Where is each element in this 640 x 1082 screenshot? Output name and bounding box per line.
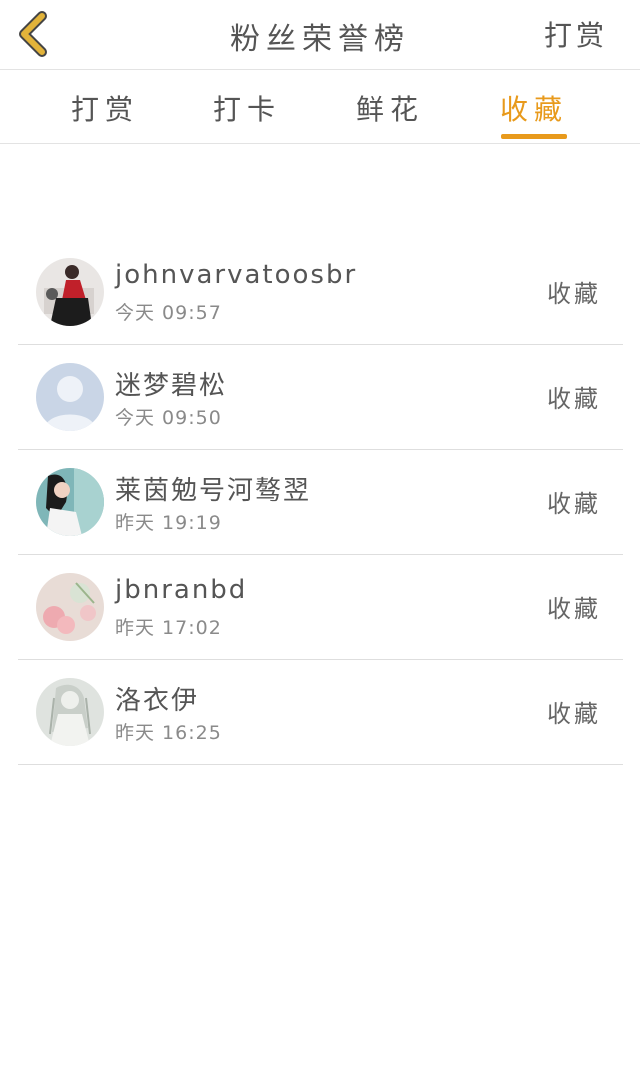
user-name: 洛衣伊: [115, 686, 200, 716]
timestamp: 今天 09:57: [115, 302, 222, 324]
tab-label: 鲜花: [355, 93, 424, 126]
user-name: 莱茵勉号河骜翌: [115, 476, 312, 506]
tab-bar: 打赏 打卡 鲜花 收藏: [0, 70, 640, 144]
tab-label: 打赏: [70, 93, 139, 126]
tab-reward[interactable]: 打赏: [60, 88, 150, 128]
action-label: 收藏: [547, 280, 601, 308]
reward-button[interactable]: 打赏: [544, 14, 608, 54]
list-item[interactable]: johnvarvatoosbr 今天 09:57 收藏: [18, 240, 623, 345]
avatar: [36, 678, 104, 746]
active-tab-indicator: [501, 134, 567, 139]
action-label: 收藏: [547, 385, 601, 413]
user-name: jbnranbd: [115, 575, 248, 605]
user-name: johnvarvatoosbr: [115, 260, 358, 290]
action-label: 收藏: [547, 595, 601, 623]
tab-checkin[interactable]: 打卡: [202, 88, 292, 128]
timestamp: 昨天 16:25: [115, 722, 222, 744]
list-item[interactable]: 洛衣伊 昨天 16:25 收藏: [18, 660, 623, 765]
timestamp: 今天 09:50: [115, 407, 222, 429]
tab-favorites[interactable]: 收藏: [489, 88, 579, 139]
avatar: [36, 468, 104, 536]
action-label: 收藏: [547, 700, 601, 728]
avatar: [36, 258, 104, 326]
timestamp: 昨天 17:02: [115, 617, 222, 639]
list-item[interactable]: 莱茵勉号河骜翌 昨天 19:19 收藏: [18, 450, 623, 555]
tab-label: 打卡: [212, 93, 281, 126]
action-label: 收藏: [547, 490, 601, 518]
user-name: 迷梦碧松: [115, 371, 228, 401]
list-item[interactable]: 迷梦碧松 今天 09:50 收藏: [18, 345, 623, 450]
list-item[interactable]: jbnranbd 昨天 17:02 收藏: [18, 555, 623, 660]
fan-list: johnvarvatoosbr 今天 09:57 收藏 迷梦碧松 今天 09:5…: [18, 240, 623, 765]
tab-label: 收藏: [499, 93, 568, 126]
timestamp: 昨天 19:19: [115, 512, 222, 534]
tab-flowers[interactable]: 鲜花: [345, 88, 435, 128]
avatar: [36, 363, 104, 431]
header-bar: 粉丝荣誉榜 打赏: [0, 0, 640, 70]
avatar: [36, 573, 104, 641]
